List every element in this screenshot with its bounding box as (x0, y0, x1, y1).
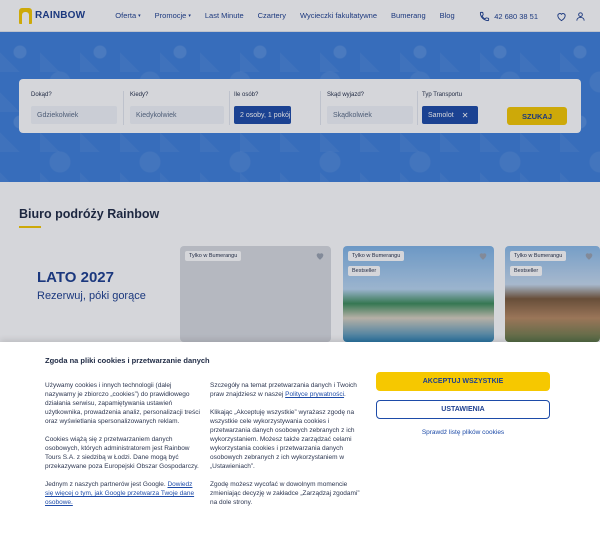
accept-all-button[interactable]: AKCEPTUJ WSZYSTKIE (376, 372, 550, 391)
cookie-paragraph: Cookies wiążą się z przetwarzaniem danyc… (45, 436, 199, 470)
modal-backdrop (0, 0, 600, 342)
cookie-list-link[interactable]: Sprawdź listę plików cookies (376, 429, 550, 436)
cookie-text-column-1: Używamy cookies i innych technologii (da… (45, 381, 202, 516)
cookie-paragraph: Zgodę możesz wycofać w dowolnym momencie… (210, 481, 360, 506)
cookie-title: Zgoda na pliki cookies i przetwarzanie d… (45, 356, 210, 365)
cookie-paragraph: Szczegóły na temat przetwarzania danych … (210, 382, 357, 398)
settings-button[interactable]: USTAWIENIA (376, 400, 550, 419)
cookie-paragraph: Używamy cookies i innych technologii (da… (45, 382, 200, 425)
privacy-policy-link[interactable]: Polityce prywatności (285, 391, 344, 398)
cookie-paragraph: Klikając „Akceptuję wszystkie” wyrażasz … (210, 409, 355, 470)
cookie-text-column-2: Szczegóły na temat przetwarzania danych … (210, 381, 362, 516)
cookie-paragraph: Jednym z naszych partnerów jest Google. … (45, 481, 195, 506)
